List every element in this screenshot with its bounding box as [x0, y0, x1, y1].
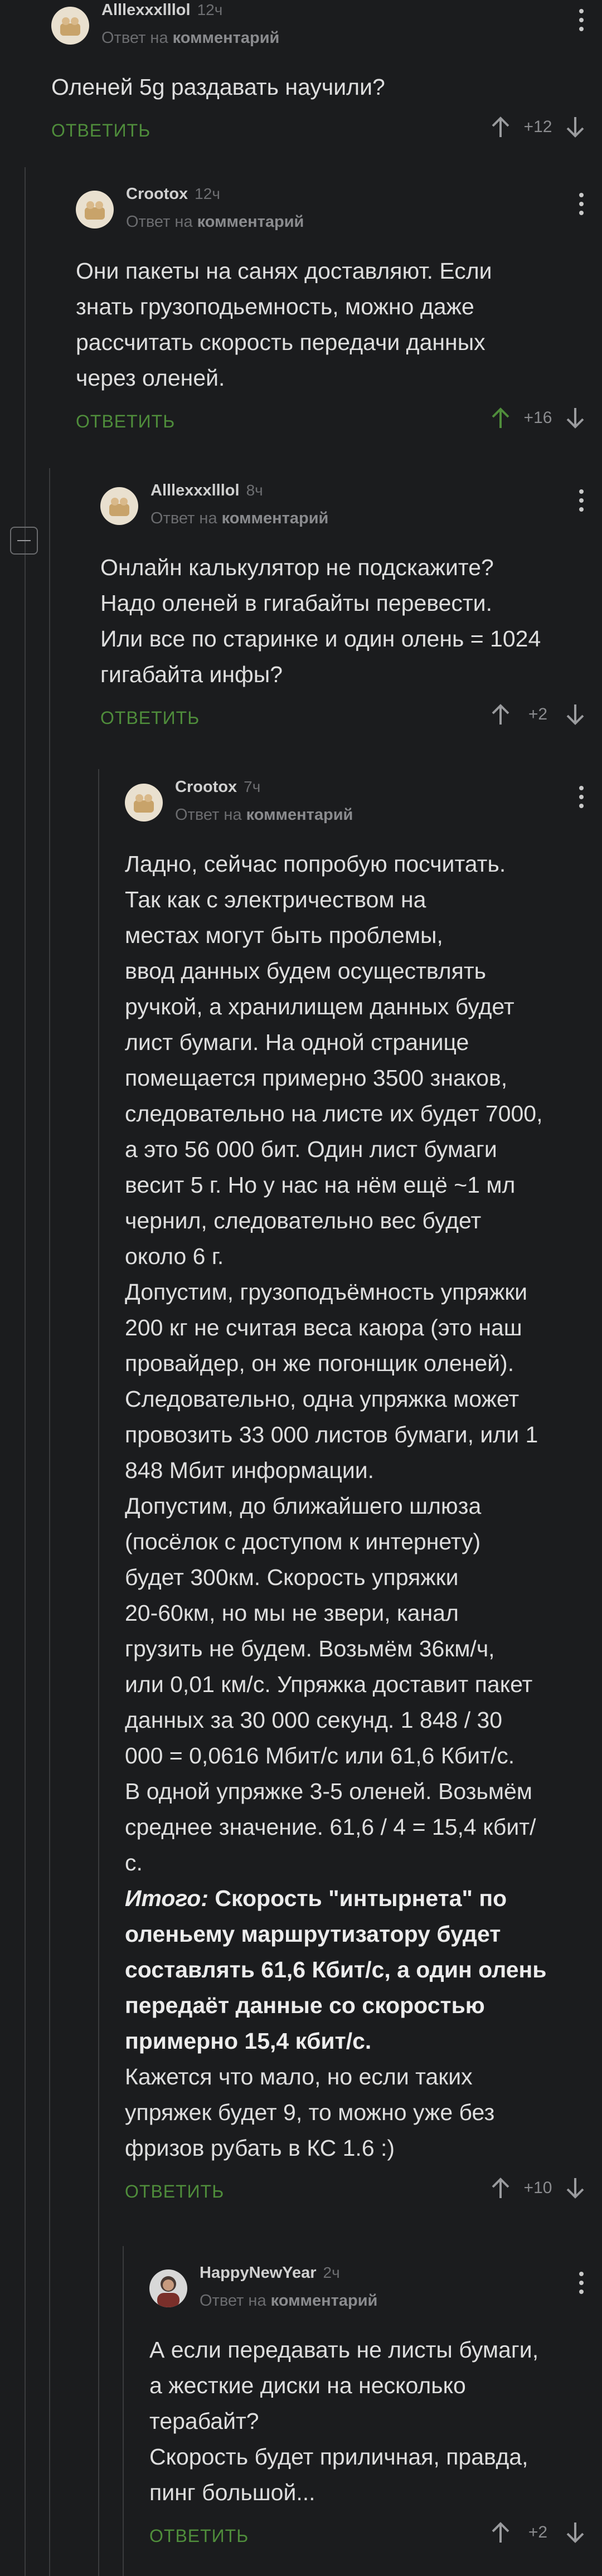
avatar[interactable] [149, 2269, 187, 2307]
more-options-icon[interactable] [577, 2272, 585, 2301]
more-options-icon[interactable] [577, 786, 585, 815]
avatar[interactable] [125, 784, 163, 822]
comment: Alllexxxlllol 12ч Ответ на комментарий Ол… [51, 0, 602, 152]
upvote-icon[interactable] [491, 2177, 511, 2199]
comment-text: Ладно, сейчас попробую посчитать. Так ка… [125, 846, 602, 2166]
upvote-icon[interactable] [491, 703, 511, 726]
comment-text: А если передавать не листы бумаги, а жес… [149, 2337, 539, 2505]
thread-line-3 [98, 769, 99, 2576]
comment-text: Они пакеты на санях доставляют. Если зна… [76, 258, 492, 391]
upvote-icon[interactable] [491, 407, 511, 429]
avatar[interactable] [76, 191, 114, 229]
reply-button[interactable]: ОТВЕТИТЬ [125, 2181, 224, 2202]
comment-time: 7ч [244, 778, 261, 795]
downvote-icon[interactable] [565, 116, 585, 138]
reply-button[interactable]: ОТВЕТИТЬ [76, 411, 175, 432]
comment-text: Онлайн калькулятор не подскажите? Надо о… [100, 555, 541, 687]
comment: Crootox 12ч Ответ на комментарий Они паке… [76, 184, 602, 443]
downvote-icon[interactable] [565, 407, 585, 429]
comment-author[interactable]: Crootox 7ч [175, 778, 260, 796]
reply-to-link[interactable]: Ответ на комментарий [151, 509, 328, 528]
comment-text: Оленей 5g раздавать научили? [51, 74, 385, 100]
reply-button[interactable]: ОТВЕТИТЬ [149, 2526, 249, 2546]
reply-to-link[interactable]: Ответ на комментарий [126, 213, 304, 231]
comment-author[interactable]: HappyNewYear 2ч [200, 2264, 340, 2282]
comment-time: 2ч [323, 2264, 340, 2281]
more-options-icon[interactable] [577, 489, 585, 518]
upvote-icon[interactable] [491, 2521, 511, 2544]
comment: Crootox 7ч Ответ на комментарий Ладно, се… [125, 777, 602, 2213]
comment: Alllexxxlllol 8ч Ответ на комментарий Онл… [100, 480, 602, 739]
comment-score: +10 [523, 2179, 552, 2197]
downvote-icon[interactable] [565, 2177, 585, 2199]
upvote-icon[interactable] [491, 116, 511, 138]
comment-time: 12ч [197, 1, 223, 18]
comment-text-part: Кажется что мало, но если таких упряжек … [125, 2064, 495, 2161]
reply-to-link[interactable]: Ответ на комментарий [101, 29, 279, 47]
comment-score: +2 [528, 2523, 548, 2541]
comment-author[interactable]: Alllexxxlllol 12ч [101, 1, 222, 20]
comment-time: 8ч [246, 482, 263, 499]
thread-line-4 [123, 2246, 124, 2576]
comment-text-part: Ладно, сейчас попробую посчитать. Так ка… [125, 851, 543, 1875]
reply-button[interactable]: ОТВЕТИТЬ [51, 120, 151, 141]
downvote-icon[interactable] [565, 703, 585, 726]
comment-time: 12ч [195, 185, 220, 202]
collapse-thread-button[interactable] [10, 527, 38, 555]
comment-author[interactable]: Crootox 12ч [126, 185, 220, 203]
avatar[interactable] [51, 7, 89, 45]
comment: HappyNewYear 2ч Ответ на комментарий А ес… [149, 2263, 602, 2557]
comment-score: +12 [523, 118, 552, 136]
comment-score: +16 [523, 409, 552, 427]
summary-label: Итого: [125, 1885, 209, 1911]
thread-line-2 [49, 468, 50, 2576]
more-options-icon[interactable] [577, 193, 585, 222]
avatar[interactable] [100, 487, 138, 525]
reply-to-link[interactable]: Ответ на комментарий [200, 2292, 377, 2310]
reply-to-link[interactable]: Ответ на комментарий [175, 806, 353, 824]
reply-button[interactable]: ОТВЕТИТЬ [100, 708, 200, 728]
more-options-icon[interactable] [577, 9, 585, 38]
comment-score: +2 [528, 705, 548, 723]
downvote-icon[interactable] [565, 2521, 585, 2544]
comment-author[interactable]: Alllexxxlllol 8ч [151, 482, 263, 500]
